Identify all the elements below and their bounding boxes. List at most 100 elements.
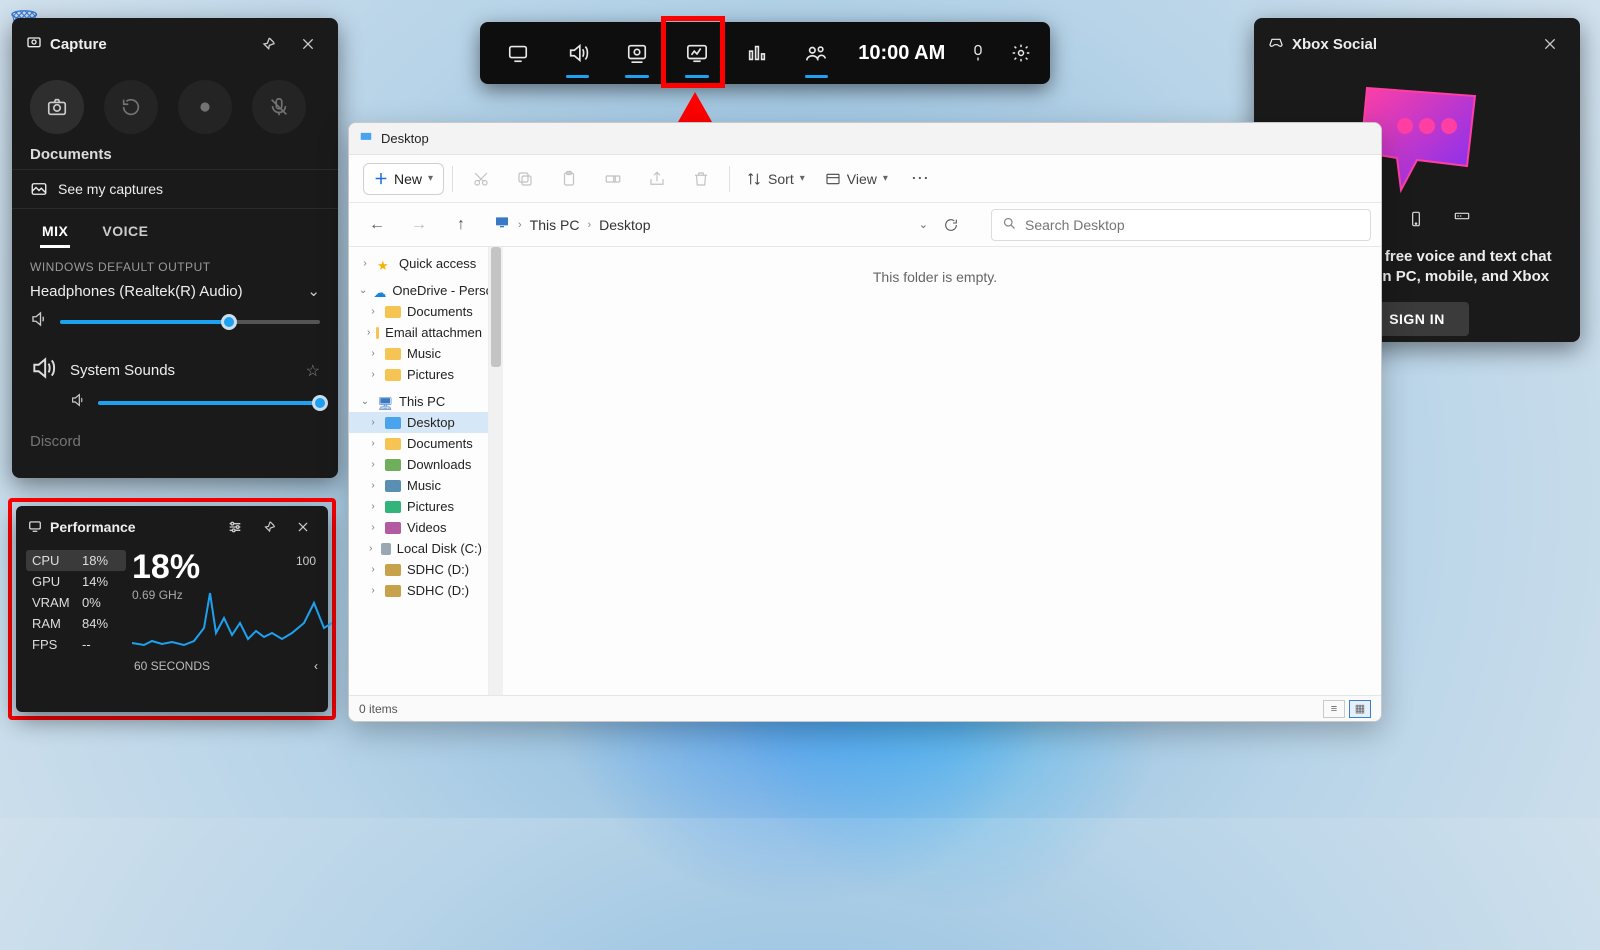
tree-onedrive-music[interactable]: ›Music bbox=[349, 343, 488, 364]
tree-quick-access[interactable]: ›★Quick access bbox=[349, 253, 488, 274]
capture-close-icon[interactable] bbox=[292, 28, 324, 60]
output-volume-slider[interactable] bbox=[60, 320, 320, 324]
large-icons-view-icon[interactable]: ▦ bbox=[1349, 700, 1371, 718]
cut-icon[interactable] bbox=[461, 159, 501, 199]
address-pc-icon bbox=[494, 214, 510, 235]
sort-label: Sort bbox=[768, 171, 794, 187]
gamebar-audio-icon[interactable] bbox=[548, 22, 608, 84]
tree-desktop[interactable]: ›Desktop bbox=[349, 412, 488, 433]
perf-metric-ram[interactable]: RAM84% bbox=[26, 613, 126, 634]
nav-up-icon[interactable]: ↑ bbox=[443, 207, 479, 243]
tree-music[interactable]: ›Music bbox=[349, 475, 488, 496]
tree-sdhc-1[interactable]: ›SDHC (D:) bbox=[349, 559, 488, 580]
details-view-icon[interactable]: ≡ bbox=[1323, 700, 1345, 718]
xbox-social-controller-icon bbox=[1268, 34, 1284, 54]
breadcrumb-desktop[interactable]: Desktop bbox=[599, 217, 650, 233]
content-scrollbar[interactable] bbox=[489, 247, 503, 695]
capture-widget: Capture Documents See my captures MIX VO… bbox=[12, 18, 338, 478]
view-label: View bbox=[847, 171, 877, 187]
tree-pictures[interactable]: ›Pictures bbox=[349, 496, 488, 517]
speaker-large-icon bbox=[30, 355, 56, 386]
perf-metric-cpu[interactable]: CPU18% bbox=[26, 550, 126, 571]
system-sounds-slider[interactable] bbox=[98, 401, 320, 405]
performance-close-icon[interactable] bbox=[290, 514, 316, 540]
nav-forward-icon[interactable]: → bbox=[401, 207, 437, 243]
tree-local-disk[interactable]: ›Local Disk (C:) bbox=[349, 538, 488, 559]
record-button[interactable] bbox=[178, 80, 232, 134]
performance-options-icon[interactable] bbox=[222, 514, 248, 540]
screenshot-button[interactable] bbox=[30, 80, 84, 134]
new-button[interactable]: ＋ New ▾ bbox=[363, 163, 444, 195]
perf-metric-vram[interactable]: VRAM0% bbox=[26, 592, 126, 613]
empty-folder-message: This folder is empty. bbox=[873, 269, 997, 285]
tree-sdhc-2[interactable]: ›SDHC (D:) bbox=[349, 580, 488, 601]
sort-dropdown[interactable]: Sort ▾ bbox=[738, 166, 813, 192]
xbox-social-close-icon[interactable] bbox=[1534, 28, 1566, 60]
truncated-app-label: Discord bbox=[12, 425, 338, 458]
gamebar-performance-icon[interactable] bbox=[667, 22, 727, 84]
tree-videos[interactable]: ›Videos bbox=[349, 517, 488, 538]
capture-pin-icon[interactable] bbox=[252, 28, 284, 60]
system-sounds-label: System Sounds bbox=[70, 362, 175, 379]
device-mobile-icon bbox=[1408, 208, 1424, 235]
output-device-name: Headphones (Realtek(R) Audio) bbox=[30, 283, 243, 300]
gamebar-xbox-social-icon[interactable] bbox=[787, 22, 847, 84]
performance-metric-list: CPU18% GPU14% VRAM0% RAM84% FPS-- bbox=[26, 550, 126, 655]
gamebar-resources-icon[interactable] bbox=[727, 22, 787, 84]
rename-icon[interactable] bbox=[593, 159, 633, 199]
refresh-icon[interactable] bbox=[936, 207, 966, 243]
plus-icon: ＋ bbox=[374, 169, 388, 189]
tree-downloads[interactable]: ›Downloads bbox=[349, 454, 488, 475]
address-chevron-down-icon[interactable]: ⌄ bbox=[919, 218, 928, 231]
explorer-window-title: Desktop bbox=[381, 131, 429, 146]
gamebar-clock: 10:00 AM bbox=[846, 42, 957, 65]
tree-onedrive-documents[interactable]: ›Documents bbox=[349, 301, 488, 322]
performance-pin-icon[interactable] bbox=[256, 514, 282, 540]
new-label: New bbox=[394, 171, 422, 187]
search-field[interactable] bbox=[1025, 217, 1360, 233]
speaker-icon bbox=[70, 392, 86, 413]
tree-onedrive-email[interactable]: ›Email attachmen bbox=[349, 322, 488, 343]
search-icon bbox=[1002, 216, 1017, 234]
capture-title-icon bbox=[26, 34, 42, 54]
breadcrumb-this-pc[interactable]: This PC bbox=[530, 217, 580, 233]
share-icon[interactable] bbox=[637, 159, 677, 199]
paste-icon[interactable] bbox=[549, 159, 589, 199]
view-dropdown[interactable]: View ▾ bbox=[817, 166, 896, 192]
perf-time-window: 60 SECONDS bbox=[134, 659, 210, 673]
output-device-dropdown[interactable]: Headphones (Realtek(R) Audio) ⌄ bbox=[12, 278, 338, 304]
tab-voice[interactable]: VOICE bbox=[100, 217, 150, 248]
delete-icon[interactable] bbox=[681, 159, 721, 199]
nav-back-icon[interactable]: ← bbox=[359, 207, 395, 243]
mic-toggle-button[interactable] bbox=[252, 80, 306, 134]
tab-mix[interactable]: MIX bbox=[40, 217, 70, 248]
annotation-performance-highlight: Performance CPU18% GPU14% VRAM0% RAM84% … bbox=[8, 498, 336, 720]
status-item-count: 0 items bbox=[359, 702, 398, 716]
performance-title: Performance bbox=[50, 519, 136, 535]
address-bar[interactable]: › This PC › Desktop ⌄ bbox=[485, 202, 975, 248]
perf-metric-fps[interactable]: FPS-- bbox=[26, 634, 126, 655]
record-last-button[interactable] bbox=[104, 80, 158, 134]
file-explorer-window: Desktop ＋ New ▾ Sort ▾ View ▾ ⋯ ← → ↑ bbox=[348, 122, 1382, 722]
folder-content-area[interactable]: This folder is empty. bbox=[489, 247, 1381, 695]
gamebar-capture-icon[interactable] bbox=[607, 22, 667, 84]
tree-documents[interactable]: ›Documents bbox=[349, 433, 488, 454]
perf-chart bbox=[132, 573, 332, 655]
performance-widget: Performance CPU18% GPU14% VRAM0% RAM84% … bbox=[16, 506, 328, 712]
tree-this-pc[interactable]: ⌄🖥This PC bbox=[349, 391, 488, 412]
perf-collapse-icon[interactable]: ‹ bbox=[314, 659, 318, 673]
copy-icon[interactable] bbox=[505, 159, 545, 199]
xbox-social-title: Xbox Social bbox=[1292, 36, 1377, 53]
favorite-star-icon[interactable]: ☆ bbox=[306, 361, 320, 381]
gamebar-widgets-icon[interactable] bbox=[488, 22, 548, 84]
gamebar-pin-icon[interactable] bbox=[957, 22, 999, 84]
search-input[interactable] bbox=[991, 209, 1371, 241]
tree-onedrive[interactable]: ⌄☁OneDrive - Person bbox=[349, 280, 488, 301]
perf-metric-gpu[interactable]: GPU14% bbox=[26, 571, 126, 592]
performance-title-icon bbox=[28, 519, 42, 536]
tree-onedrive-pictures[interactable]: ›Pictures bbox=[349, 364, 488, 385]
more-icon[interactable]: ⋯ bbox=[900, 159, 940, 199]
device-console-icon bbox=[1448, 208, 1476, 235]
see-my-captures-button[interactable]: See my captures bbox=[12, 169, 338, 209]
gamebar-settings-icon[interactable] bbox=[1000, 22, 1042, 84]
